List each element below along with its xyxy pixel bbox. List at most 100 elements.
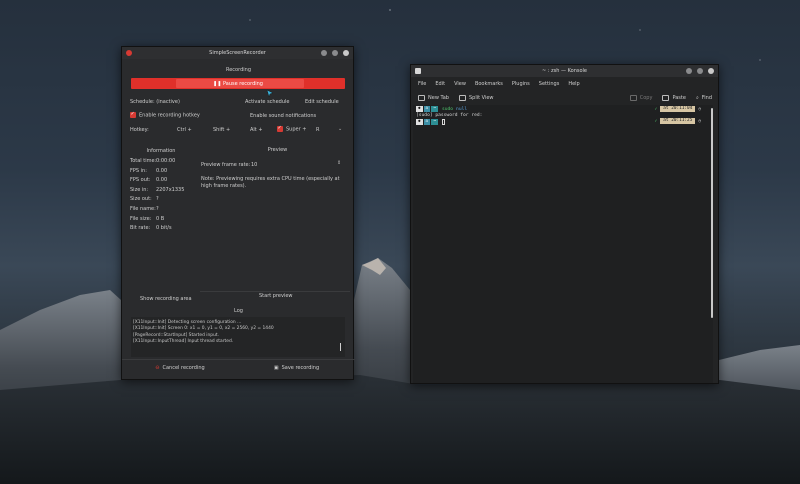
info-value: 0 bit/s (156, 225, 172, 232)
enable-sound-checkbox[interactable]: Enable sound notifications (250, 113, 316, 119)
home-icon: ⌂ (423, 106, 431, 112)
command-sudo: sudo (441, 106, 454, 112)
konsole-toolbar: New Tab Split View Copy Paste ⌕ Find (411, 91, 718, 105)
chevron-down-icon[interactable]: ⌄ (338, 126, 342, 132)
prompt-time-1: at 20:11:04 (660, 106, 696, 112)
search-icon: ⌕ (695, 95, 699, 101)
terminal-prompt-line-2: ◆ ⌂ ~ (416, 119, 445, 125)
info-label: File size: (130, 215, 152, 222)
konsole-window: ~ : zsh — Konsole File Edit View Bookmar… (410, 64, 719, 384)
preview-heading: Preview (267, 147, 288, 153)
info-value: ? (156, 206, 159, 212)
activate-schedule-button[interactable]: Activate schedule (245, 99, 290, 105)
close-icon[interactable] (343, 50, 349, 56)
log-scrollbar[interactable] (340, 343, 341, 351)
clock-icon: ◷ (698, 106, 701, 112)
maximize-icon[interactable] (332, 50, 338, 56)
linux-icon: ◆ (416, 106, 423, 112)
minimize-icon[interactable] (686, 68, 692, 74)
info-label: File name: (130, 206, 156, 212)
terminal-scrollbar[interactable] (711, 108, 713, 318)
start-preview-button[interactable]: Start preview (259, 293, 293, 299)
enable-hotkey-checkbox[interactable]: Enable recording hotkey (130, 111, 200, 119)
new-tab-label: New Tab (428, 95, 449, 101)
prompt-dir: ~ (431, 106, 438, 112)
info-value: 2207x1335 (156, 186, 185, 193)
log-line: [X11Input::InputThread] Input thread sta… (133, 339, 234, 345)
save-recording-button[interactable]: ▣ Save recording (238, 363, 355, 373)
info-label: Size in: (130, 186, 149, 193)
hotkey-super-label: Super + (286, 126, 307, 133)
preview-rate-input[interactable]: 10 (251, 162, 257, 168)
info-value: 0:00:00 (156, 158, 176, 164)
terminal-app-icon (415, 68, 421, 74)
find-label: Find (701, 95, 712, 101)
info-value: 0 B (156, 215, 165, 222)
hotkey-super-toggle[interactable]: Super + (277, 125, 307, 133)
pause-recording-label: ❚❚ Pause recording (213, 80, 263, 87)
mouse-cursor-icon (266, 89, 274, 98)
hotkey-ctrl-toggle[interactable]: Ctrl + (177, 127, 192, 133)
log-line: [X11Input::Init] Screen 0: x1 = 0, y1 = … (133, 326, 274, 332)
menu-help[interactable]: Help (568, 81, 579, 87)
close-icon[interactable] (708, 68, 714, 74)
info-label: FPS out: (130, 177, 151, 184)
info-value: ? (156, 196, 159, 203)
menu-view[interactable]: View (454, 81, 466, 87)
hotkey-alt-toggle[interactable]: Alt + (250, 127, 263, 133)
maximize-icon[interactable] (697, 68, 703, 74)
spinbox-arrows-icon[interactable]: ⇕ (337, 160, 341, 166)
paste-icon (662, 95, 670, 101)
paste-button[interactable]: Paste (662, 95, 686, 101)
home-icon: ⌂ (423, 119, 431, 125)
konsole-window-title: ~ : zsh — Konsole (541, 68, 588, 74)
right-prompt-2: ✓ at 20:11:25 ◷ (655, 118, 701, 124)
check-icon: ✓ (654, 118, 658, 124)
edit-schedule-button[interactable]: Edit schedule (305, 99, 339, 105)
enable-hotkey-label: Enable recording hotkey (139, 112, 200, 119)
check-icon: ✓ (654, 106, 658, 112)
menu-plugins[interactable]: Plugins (512, 81, 530, 87)
information-heading: Information (146, 148, 176, 154)
prompt-time-2: at 20:11:25 (660, 118, 696, 124)
show-recording-area-button[interactable]: Show recording area (140, 296, 192, 302)
log-view[interactable]: [X11Input::Init] Using X11 shared memory… (131, 317, 345, 357)
linux-icon: ◆ (416, 119, 423, 125)
terminal-output-line: [sudo] password for red: (416, 113, 483, 118)
checkbox-checked-icon (130, 111, 136, 118)
new-tab-button[interactable]: New Tab (418, 95, 449, 101)
split-view-icon (458, 95, 466, 101)
ssr-window-title: SimpleScreenRecorder (209, 50, 266, 56)
terminal-view[interactable]: ◆ ⌂ ~ sudo null ✓ at 20:11:04 ◷ [sudo] p… (413, 105, 713, 383)
info-label: Size out: (130, 196, 152, 203)
schedule-status: Schedule: (inactive) (130, 99, 180, 105)
copy-icon (629, 95, 637, 101)
save-recording-label: Save recording (281, 365, 320, 371)
split-view-button[interactable]: Split View (458, 95, 494, 101)
find-button[interactable]: ⌕ Find (696, 95, 712, 101)
cancel-recording-button[interactable]: ⊖ Cancel recording (122, 363, 238, 373)
prompt-dir-2: ~ (431, 119, 438, 125)
command-arg: null (456, 106, 468, 112)
save-icon: ▣ (273, 365, 279, 371)
hotkey-key-select[interactable]: R (316, 127, 319, 133)
right-prompt-1: ✓ at 20:11:04 ◷ (655, 106, 701, 112)
hotkey-shift-toggle[interactable]: Shift + (213, 127, 230, 133)
paste-label: Paste (672, 95, 686, 101)
copy-button[interactable]: Copy (629, 95, 653, 101)
menu-edit[interactable]: Edit (435, 81, 445, 87)
log-heading: Log (234, 308, 243, 314)
terminal-cursor (441, 119, 445, 125)
menu-file[interactable]: File (418, 81, 426, 87)
copy-label: Copy (639, 95, 653, 101)
checkbox-checked-icon (277, 125, 283, 132)
ssr-titlebar[interactable]: SimpleScreenRecorder (122, 47, 353, 59)
konsole-menubar: File Edit View Bookmarks Plugins Setting… (411, 78, 718, 89)
menu-bookmarks[interactable]: Bookmarks (475, 81, 503, 87)
info-label: FPS in: (130, 167, 147, 174)
pause-recording-button[interactable]: ❚❚ Pause recording (131, 78, 345, 89)
menu-settings[interactable]: Settings (539, 81, 560, 87)
konsole-titlebar[interactable]: ~ : zsh — Konsole (411, 65, 718, 77)
minimize-icon[interactable] (321, 50, 327, 56)
info-value: 0.00 (156, 177, 168, 184)
